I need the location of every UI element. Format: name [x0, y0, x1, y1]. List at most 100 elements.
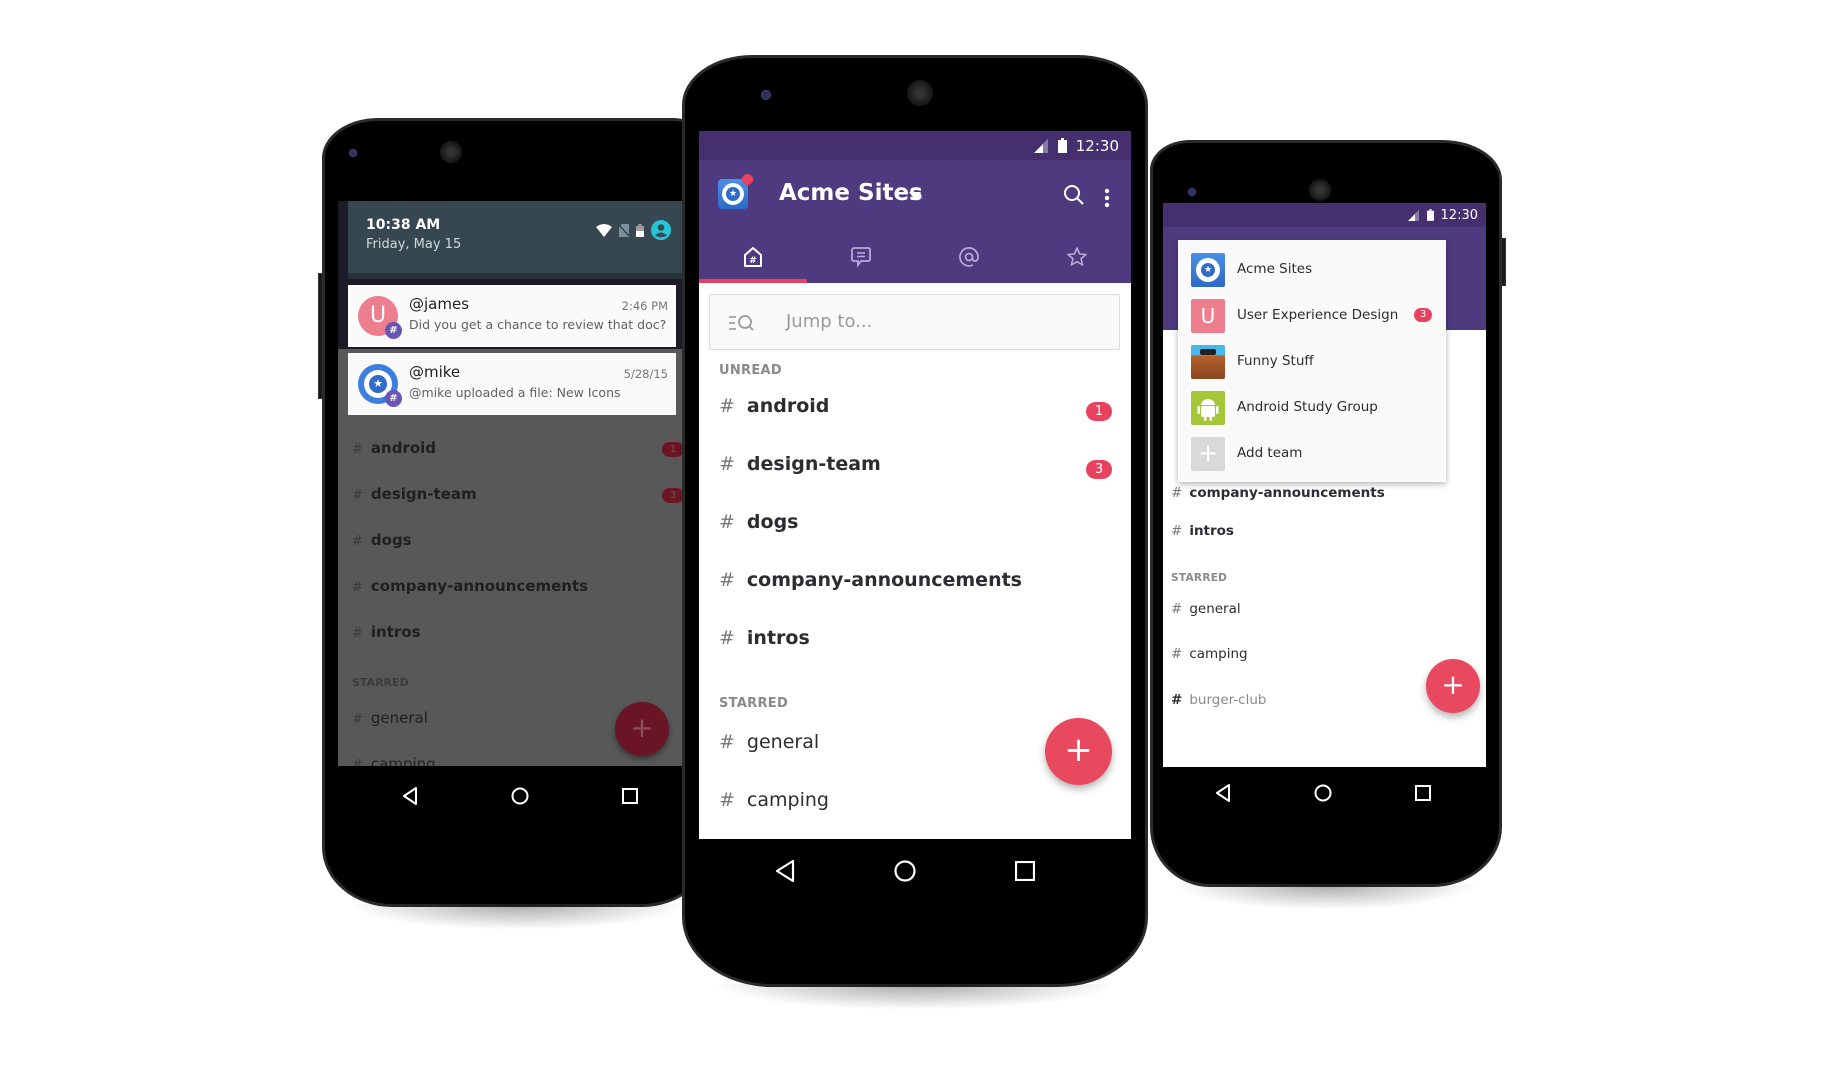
power-button: [318, 273, 323, 399]
team-photo-icon: [1191, 345, 1225, 379]
channel-item[interactable]: # android: [352, 439, 436, 457]
team-item-funny-stuff[interactable]: Funny Stuff: [1178, 339, 1446, 385]
star-icon: [1067, 246, 1087, 266]
recents-icon[interactable]: [622, 788, 639, 804]
unread-section-header: UNREAD: [719, 363, 782, 378]
status-bar: 12:30: [699, 131, 1131, 160]
unread-badge: 1: [1086, 402, 1112, 421]
plus-icon: +: [1191, 437, 1225, 471]
notification-dot: [742, 174, 753, 185]
add-team-button[interactable]: + Add team: [1178, 431, 1446, 477]
earpiece-speaker: [1309, 179, 1331, 201]
filter-search-icon: [729, 315, 754, 331]
front-camera: [761, 90, 771, 100]
status-time: 12:30: [1440, 207, 1478, 223]
unread-badge: 3: [1086, 460, 1112, 479]
back-icon[interactable]: [1215, 784, 1231, 802]
left-screen: 10:38 AM Friday, May 15 U # @james Did y…: [338, 201, 698, 766]
signal-icon: [1033, 138, 1048, 153]
channel-item[interactable]: # camping: [352, 755, 436, 766]
channel-item[interactable]: # general: [1171, 601, 1241, 617]
team-letter-avatar: U: [1191, 299, 1225, 333]
tab-mentions[interactable]: [915, 230, 1023, 283]
no-sim-icon: [619, 223, 629, 237]
team-logo[interactable]: ★: [718, 174, 753, 209]
starred-section-header: STARRED: [1171, 572, 1228, 584]
notification-card[interactable]: ★ # @mike @mike uploaded a file: New Ico…: [348, 353, 676, 415]
unread-badge: 3: [662, 488, 684, 503]
tab-starred[interactable]: [1023, 230, 1131, 283]
channel-item[interactable]: # general: [352, 709, 428, 727]
compose-fab[interactable]: +: [1426, 659, 1480, 713]
channel-item[interactable]: # company-announcements: [719, 569, 1022, 591]
notification-shade-header: 10:38 AM Friday, May 15: [348, 201, 685, 279]
team-item-android-study-group[interactable]: Android Study Group: [1178, 385, 1446, 431]
home-icon[interactable]: [511, 787, 529, 805]
compose-fab[interactable]: +: [1045, 718, 1112, 785]
search-icon[interactable]: [1063, 184, 1085, 206]
front-camera: [349, 149, 357, 157]
chat-bubble-icon: [851, 246, 871, 268]
jump-to-search[interactable]: Jump to...: [709, 294, 1120, 350]
channel-item[interactable]: # intros: [719, 627, 810, 649]
battery-icon: [1057, 138, 1067, 153]
home-icon[interactable]: [1314, 784, 1332, 802]
android-navbar: [1173, 773, 1473, 813]
team-name: User Experience Design: [1237, 307, 1399, 323]
svg-text:#: #: [749, 256, 757, 266]
right-phone: 12:30 ★ Acme Sites U User Experience Des…: [1150, 140, 1506, 910]
battery-icon: [1426, 209, 1434, 221]
shade-time: 10:38 AM: [366, 217, 441, 233]
earpiece-speaker: [907, 80, 933, 106]
team-name: Funny Stuff: [1237, 353, 1314, 369]
power-button: [1501, 238, 1506, 286]
star-icon: ★: [726, 187, 740, 201]
tab-channels[interactable]: #: [699, 230, 807, 283]
team-title[interactable]: Acme Sites: [779, 180, 923, 206]
left-phone: 10:38 AM Friday, May 15 U # @james Did y…: [318, 118, 712, 930]
tab-direct-messages[interactable]: [807, 230, 915, 283]
battery-icon: [636, 223, 644, 237]
channel-item[interactable]: # burger-club: [1171, 692, 1266, 708]
android-navbar: [725, 848, 1085, 894]
channel-item[interactable]: # dogs: [352, 531, 412, 549]
right-screen: 12:30 ★ Acme Sites U User Experience Des…: [1163, 203, 1486, 767]
channel-item[interactable]: # dogs: [719, 511, 799, 533]
channel-item[interactable]: # design-team: [719, 453, 881, 475]
channel-item[interactable]: # company-announcements: [352, 577, 588, 595]
channel-item[interactable]: # intros: [352, 623, 421, 641]
channel-item[interactable]: # design-team: [352, 485, 477, 503]
app-toolbar: ★ Acme Sites #: [699, 160, 1131, 283]
team-dropdown-icon[interactable]: [909, 192, 921, 200]
unread-badge: 3: [1414, 308, 1432, 322]
home-icon[interactable]: [894, 860, 916, 882]
wifi-icon: [596, 223, 612, 237]
team-item-acme-sites[interactable]: ★ Acme Sites: [1178, 247, 1446, 293]
earpiece-speaker: [440, 141, 462, 163]
notification-card[interactable]: U # @james Did you get a chance to revie…: [348, 285, 676, 347]
add-team-label: Add team: [1237, 445, 1303, 461]
compose-fab[interactable]: +: [615, 702, 669, 756]
home-hash-icon: #: [744, 246, 762, 267]
shade-date: Friday, May 15: [366, 237, 462, 252]
overflow-menu-icon[interactable]: [1104, 188, 1110, 208]
channel-item[interactable]: # camping: [1171, 646, 1248, 662]
search-placeholder: Jump to...: [786, 311, 873, 332]
center-phone: 12:30 ★ Acme Sites # Jump to... UNREAD #…: [682, 55, 1148, 1010]
team-switcher-menu: ★ Acme Sites U User Experience Design 3 …: [1178, 240, 1446, 482]
channel-item[interactable]: # android: [719, 395, 829, 417]
notification-time: 5/28/15: [623, 367, 668, 381]
team-name: Acme Sites: [1237, 261, 1313, 277]
back-icon[interactable]: [402, 787, 418, 805]
starred-section-header: STARRED: [352, 676, 409, 689]
team-item-user-experience-design[interactable]: U User Experience Design 3: [1178, 293, 1446, 339]
channel-item[interactable]: # camping: [719, 789, 829, 811]
recents-icon[interactable]: [1415, 785, 1432, 801]
channel-item[interactable]: # general: [719, 731, 819, 753]
back-icon[interactable]: [775, 860, 795, 882]
channel-item[interactable]: # company-announcements: [1171, 485, 1385, 501]
channel-item[interactable]: # intros: [1171, 523, 1234, 539]
notification-time: 2:46 PM: [621, 299, 668, 313]
recents-icon[interactable]: [1015, 861, 1036, 881]
account-icon[interactable]: [651, 220, 671, 240]
